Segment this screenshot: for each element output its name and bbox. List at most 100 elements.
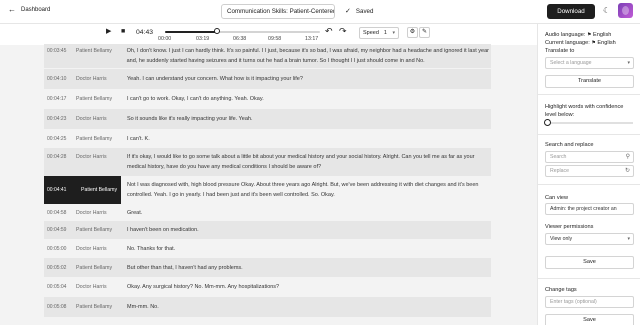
replace-placeholder: Replace [550, 168, 570, 174]
transcript-row[interactable]: 00:05:00 Doctor Harris No. Thanks for that… [44, 239, 491, 258]
transcript-row[interactable]: 00:04:59 Patient Bellamy I haven't been on… [44, 221, 491, 239]
audio-language: Audio language: ⚑ English [545, 32, 611, 38]
back-to-dashboard[interactable]: ← Dashboard [8, 6, 50, 14]
row-timestamp[interactable]: 00:04:23 [44, 114, 76, 129]
highlight-label-1: Highlight words with confidence [545, 104, 624, 110]
save-permissions-button[interactable]: Save [545, 256, 634, 269]
row-text[interactable]: I haven't been on medication. [127, 225, 491, 239]
active-timestamp[interactable]: 00:04:41 Patient Bellamy [44, 176, 121, 204]
edit-icon[interactable]: ✎ [419, 27, 430, 38]
row-speaker: Patient Bellamy [76, 265, 113, 271]
row-timestamp[interactable]: 00:04:25 [44, 134, 76, 148]
row-timestamp[interactable]: 00:04:28 [44, 152, 76, 176]
row-timestamp[interactable]: 00:05:02 [44, 263, 76, 277]
active-speaker: Patient Bellamy [77, 176, 121, 204]
saved-label: Saved [355, 7, 374, 15]
confidence-slider-track[interactable] [547, 122, 633, 124]
transcript-row[interactable]: 00:04:17 Patient Bellamy I can't go to wor… [44, 89, 491, 109]
confidence-slider-thumb[interactable] [544, 119, 551, 126]
transcript-row[interactable]: 00:04:28 Doctor Harris If it's okay, I wou… [44, 148, 491, 176]
row-speaker: Patient Bellamy [76, 136, 113, 142]
row-timestamp[interactable]: 00:05:08 [44, 302, 76, 317]
can-view-value: Admin: the project creator an [550, 206, 617, 212]
transcript-row[interactable]: 00:04:23 Doctor Harris So it sounds like i… [44, 109, 491, 129]
transcript-row[interactable]: 00:05:02 Patient Bellamy But other than th… [44, 258, 491, 277]
speed-value: 1 [383, 30, 387, 36]
current-time: 04:43 [136, 29, 154, 36]
row-text-line: I haven't been on medication. [127, 227, 199, 233]
save-tags-button[interactable]: Save [545, 314, 634, 325]
forward-icon[interactable]: ↷ [339, 27, 347, 36]
speed-label: Speed [363, 30, 379, 36]
language-select-placeholder: Select a language [550, 60, 592, 66]
settings-icon[interactable]: ⚙ [407, 27, 418, 38]
row-text[interactable]: If it's okay, I would like to go some ta… [127, 152, 491, 176]
chevron-down-icon: ▾ [627, 236, 630, 242]
row-timestamp[interactable]: 00:04:17 [44, 94, 76, 109]
row-text-line: and, he suddenly started having seizures… [126, 58, 425, 64]
tick-label: 00:00 [158, 36, 172, 42]
transcript-row[interactable]: 00:05:04 Doctor Harris Okay. Any surgical … [44, 277, 491, 297]
tags-input[interactable]: Enter tags (optional) [545, 296, 634, 308]
check-icon: ✓ [345, 8, 351, 15]
transcript-row[interactable]: 00:04:58 Doctor Harris Great. [44, 204, 491, 221]
row-text[interactable]: Great. [127, 208, 491, 221]
row-timestamp[interactable]: 00:04:10 [44, 74, 76, 89]
row-timestamp[interactable]: 00:04:58 [44, 208, 76, 221]
divider [537, 278, 640, 279]
audio-language-value: English [593, 32, 612, 38]
transcript-row[interactable]: 00:04:10 Doctor Harris Yeah. I can underst… [44, 69, 491, 89]
title-input[interactable]: Communication Skills: Patient-Centered A [221, 4, 335, 19]
tick-label: 13:17 [305, 36, 319, 42]
can-view-select[interactable]: Admin: the project creator an [545, 203, 634, 215]
language-select[interactable]: Select a language ▾ [545, 57, 634, 69]
stop-icon[interactable]: ■ [121, 28, 125, 36]
row-text-line: Yeah. I can understand your concern. Wha… [127, 76, 303, 82]
transcript-row[interactable]: 00:04:25 Patient Bellamy I can't. K. [44, 129, 491, 148]
search-placeholder: Search [550, 154, 567, 160]
row-timestamp[interactable]: 00:04:59 [44, 225, 76, 239]
row-speaker: Doctor Harris [76, 76, 107, 82]
search-input[interactable]: Search ⚲ [545, 151, 634, 163]
translate-button[interactable]: Translate [545, 75, 634, 88]
flag-icon: ⚑ [591, 40, 596, 46]
transcript-row[interactable]: 00:03:45 Patient Bellamy Oh, I don't know.… [44, 44, 491, 68]
transcript-row[interactable]: 00:05:08 Patient Bellamy Mm-mm. No. [44, 297, 491, 317]
row-text[interactable]: I can't. K. [127, 134, 491, 148]
flag-icon: ⚑ [587, 32, 592, 38]
moon-icon[interactable]: ☾ [603, 6, 613, 16]
row-text[interactable]: But other than that, I haven't had any p… [127, 263, 491, 277]
row-speaker: Patient Bellamy [76, 304, 113, 310]
replace-input[interactable]: Replace ↻ [545, 165, 634, 177]
row-timestamp[interactable]: 00:05:04 [44, 282, 76, 297]
row-text[interactable]: I can't go to work. Okay, I can't do any… [127, 94, 491, 109]
top-bar: ← Dashboard Communication Skills: Patien… [0, 0, 640, 24]
play-icon[interactable]: ▶ [106, 28, 111, 36]
translate-to-label: Translate to [545, 48, 575, 54]
viewer-permissions-select[interactable]: View only ▾ [545, 233, 634, 245]
row-speaker: Doctor Harris [76, 154, 107, 160]
row-text[interactable]: Oh, I don't know. I just I can hardly th… [127, 46, 491, 68]
current-language-label: Current language: [545, 40, 590, 46]
row-timestamp[interactable]: 00:03:45 [44, 46, 76, 68]
row-text-line: Okay. Any surgical history? No. Mm-mm. A… [127, 284, 280, 290]
row-speaker: Doctor Harris [76, 210, 107, 216]
row-timestamp[interactable]: 00:05:00 [44, 244, 76, 258]
row-text[interactable]: So it sounds like it's really impacting … [127, 114, 491, 129]
row-text-line: If it's okay, I would like to go some ta… [127, 154, 475, 160]
rewind-icon[interactable]: ↶ [325, 27, 333, 36]
current-language-value: English [597, 40, 616, 46]
row-text-line: I can't go to work. Okay, I can't do any… [127, 96, 264, 102]
speed-select[interactable]: Speed 1 ▾ [359, 27, 399, 39]
row-text[interactable]: Okay. Any surgical history? No. Mm-mm. A… [127, 282, 491, 297]
row-text[interactable]: Mm-mm. No. [127, 302, 491, 317]
refresh-icon: ↻ [624, 168, 630, 174]
download-button[interactable]: Download [547, 4, 595, 19]
row-text[interactable]: Yeah. I can understand your concern. Wha… [127, 74, 491, 89]
row-text[interactable]: Not I was diagnosed with, high blood pre… [127, 180, 491, 204]
back-label: Dashboard [21, 7, 51, 13]
row-text[interactable]: No. Thanks for that. [127, 244, 491, 258]
avatar[interactable] [618, 3, 633, 18]
arrow-left-icon: ← [8, 5, 16, 14]
divider [537, 94, 640, 95]
